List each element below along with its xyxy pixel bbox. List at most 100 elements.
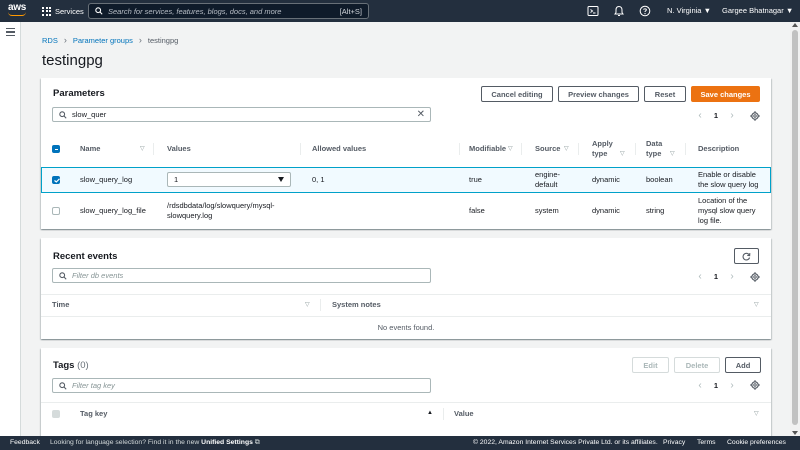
scrollbar-thumb[interactable] (792, 30, 798, 425)
column-value[interactable]: Value (454, 409, 474, 419)
search-icon (59, 381, 67, 390)
clear-icon[interactable]: ✕ (417, 109, 425, 120)
caret-down-icon: ▼ (785, 6, 794, 15)
column-description: Description (698, 144, 740, 153)
feedback-link[interactable]: Feedback (10, 439, 40, 446)
scroll-up-icon[interactable] (792, 23, 798, 27)
terms-link[interactable]: Terms (697, 439, 716, 446)
column-divider (300, 143, 301, 155)
search-shortcut: [Alt+S] (339, 6, 362, 16)
column-allowed-values[interactable]: Allowed values (312, 144, 366, 154)
prev-page-icon[interactable]: ‹ (694, 380, 706, 391)
settings-gear-icon[interactable] (750, 111, 760, 121)
param-desc-line2: mysql slow query (698, 206, 756, 215)
scroll-down-icon[interactable] (792, 431, 798, 435)
column-tag-key[interactable]: Tag key (80, 409, 107, 419)
services-label: Services (55, 6, 84, 16)
delete-button[interactable]: Delete (674, 357, 720, 373)
breadcrumb-rds[interactable]: RDS (42, 36, 58, 45)
menu-icon[interactable] (6, 28, 15, 36)
param-source-line1: engine- (535, 170, 561, 179)
page-scrollbar[interactable] (790, 22, 800, 436)
row-checkbox[interactable] (52, 207, 60, 215)
column-values[interactable]: Values (167, 144, 191, 154)
param-desc-line3: log file. (698, 216, 722, 225)
column-modifiable[interactable]: Modifiable (469, 144, 506, 154)
next-page-icon[interactable]: › (726, 271, 738, 282)
page-title: testingpg (42, 52, 103, 69)
column-divider (443, 408, 444, 420)
settings-gear-icon[interactable] (750, 272, 760, 282)
empty-state-message: No events found. (377, 323, 435, 332)
column-time[interactable]: Time (52, 300, 69, 310)
column-divider (153, 143, 154, 155)
cookie-preferences-link[interactable]: Cookie preferences (727, 439, 786, 446)
sort-icon[interactable]: ▽ (754, 301, 759, 308)
sort-icon[interactable]: ▽ (754, 410, 759, 417)
page-number[interactable]: 1 (706, 272, 726, 281)
column-name[interactable]: Name (80, 144, 100, 154)
page-number[interactable]: 1 (706, 381, 726, 390)
parameters-filter[interactable]: ✕ (52, 107, 431, 122)
chevron-right-icon: › (63, 35, 67, 45)
divider (41, 316, 771, 317)
tags-pagination: ‹ 1 › (694, 380, 738, 391)
select-all-checkbox[interactable] (52, 410, 60, 418)
param-desc-line2: the slow query log (698, 180, 759, 189)
edit-button[interactable]: Edit (632, 357, 669, 373)
column-source[interactable]: Source (535, 144, 560, 154)
breadcrumb-parameter-groups[interactable]: Parameter groups (73, 36, 133, 45)
tags-count: (0) (77, 360, 89, 371)
sort-icon[interactable]: ▽ (620, 150, 625, 157)
tags-filter[interactable] (52, 378, 431, 393)
parameters-pagination: ‹ 1 › (694, 110, 738, 121)
divider (41, 294, 771, 295)
prev-page-icon[interactable]: ‹ (694, 110, 706, 121)
column-data-type[interactable]: Data type (646, 139, 662, 159)
next-page-icon[interactable]: › (726, 380, 738, 391)
column-divider (635, 143, 636, 155)
help-icon[interactable] (639, 5, 651, 17)
column-apply-type[interactable]: Apply type (592, 139, 613, 159)
tags-filter-input[interactable] (72, 381, 430, 390)
column-divider (320, 299, 321, 311)
user-menu[interactable]: Gargee Bhatnagar ▼ (722, 6, 793, 15)
column-system-notes[interactable]: System notes (332, 300, 381, 310)
save-changes-button[interactable]: Save changes (691, 86, 760, 102)
preview-changes-button[interactable]: Preview changes (558, 86, 639, 102)
global-search-input[interactable] (108, 6, 340, 16)
next-page-icon[interactable]: › (726, 110, 738, 121)
global-search[interactable]: [Alt+S] (88, 3, 369, 19)
bell-icon[interactable] (613, 5, 625, 17)
page-number[interactable]: 1 (706, 111, 726, 120)
events-filter[interactable] (52, 268, 431, 283)
breadcrumb: RDS › Parameter groups › testingpg (42, 35, 178, 45)
cancel-editing-button[interactable]: Cancel editing (481, 86, 553, 102)
tags-panel: Tags (0) Edit Delete Add ‹ 1 › Tag key ▲… (41, 348, 771, 436)
parameters-filter-input[interactable] (72, 110, 417, 119)
select-all-checkbox[interactable] (52, 145, 60, 153)
unified-settings-link[interactable]: Unified Settings (201, 439, 253, 446)
prev-page-icon[interactable]: ‹ (694, 271, 706, 282)
region-selector[interactable]: N. Virginia ▼ (667, 6, 711, 15)
sort-icon[interactable]: ▽ (305, 301, 310, 308)
add-button[interactable]: Add (725, 357, 761, 373)
sort-icon[interactable]: ▽ (670, 150, 675, 157)
sort-icon[interactable]: ▽ (564, 145, 569, 152)
sort-icon[interactable]: ▽ (140, 145, 145, 152)
param-value-select[interactable]: 1 (167, 172, 291, 187)
cloudshell-icon[interactable] (587, 5, 599, 17)
services-menu-button[interactable]: Services (42, 4, 84, 18)
sort-icon[interactable]: ▽ (508, 145, 513, 152)
settings-gear-icon[interactable] (750, 380, 760, 390)
sort-ascending-icon[interactable]: ▲ (427, 410, 433, 416)
divider (41, 402, 771, 403)
aws-logo[interactable]: aws (8, 3, 30, 19)
reset-button[interactable]: Reset (644, 86, 686, 102)
param-description: Enable or disable the slow query log (698, 170, 758, 190)
events-filter-input[interactable] (72, 271, 430, 280)
refresh-button[interactable] (734, 248, 759, 264)
copyright: © 2022, Amazon Internet Services Private… (473, 439, 658, 446)
privacy-link[interactable]: Privacy (663, 439, 685, 446)
caret-down-icon: ▼ (703, 6, 711, 15)
